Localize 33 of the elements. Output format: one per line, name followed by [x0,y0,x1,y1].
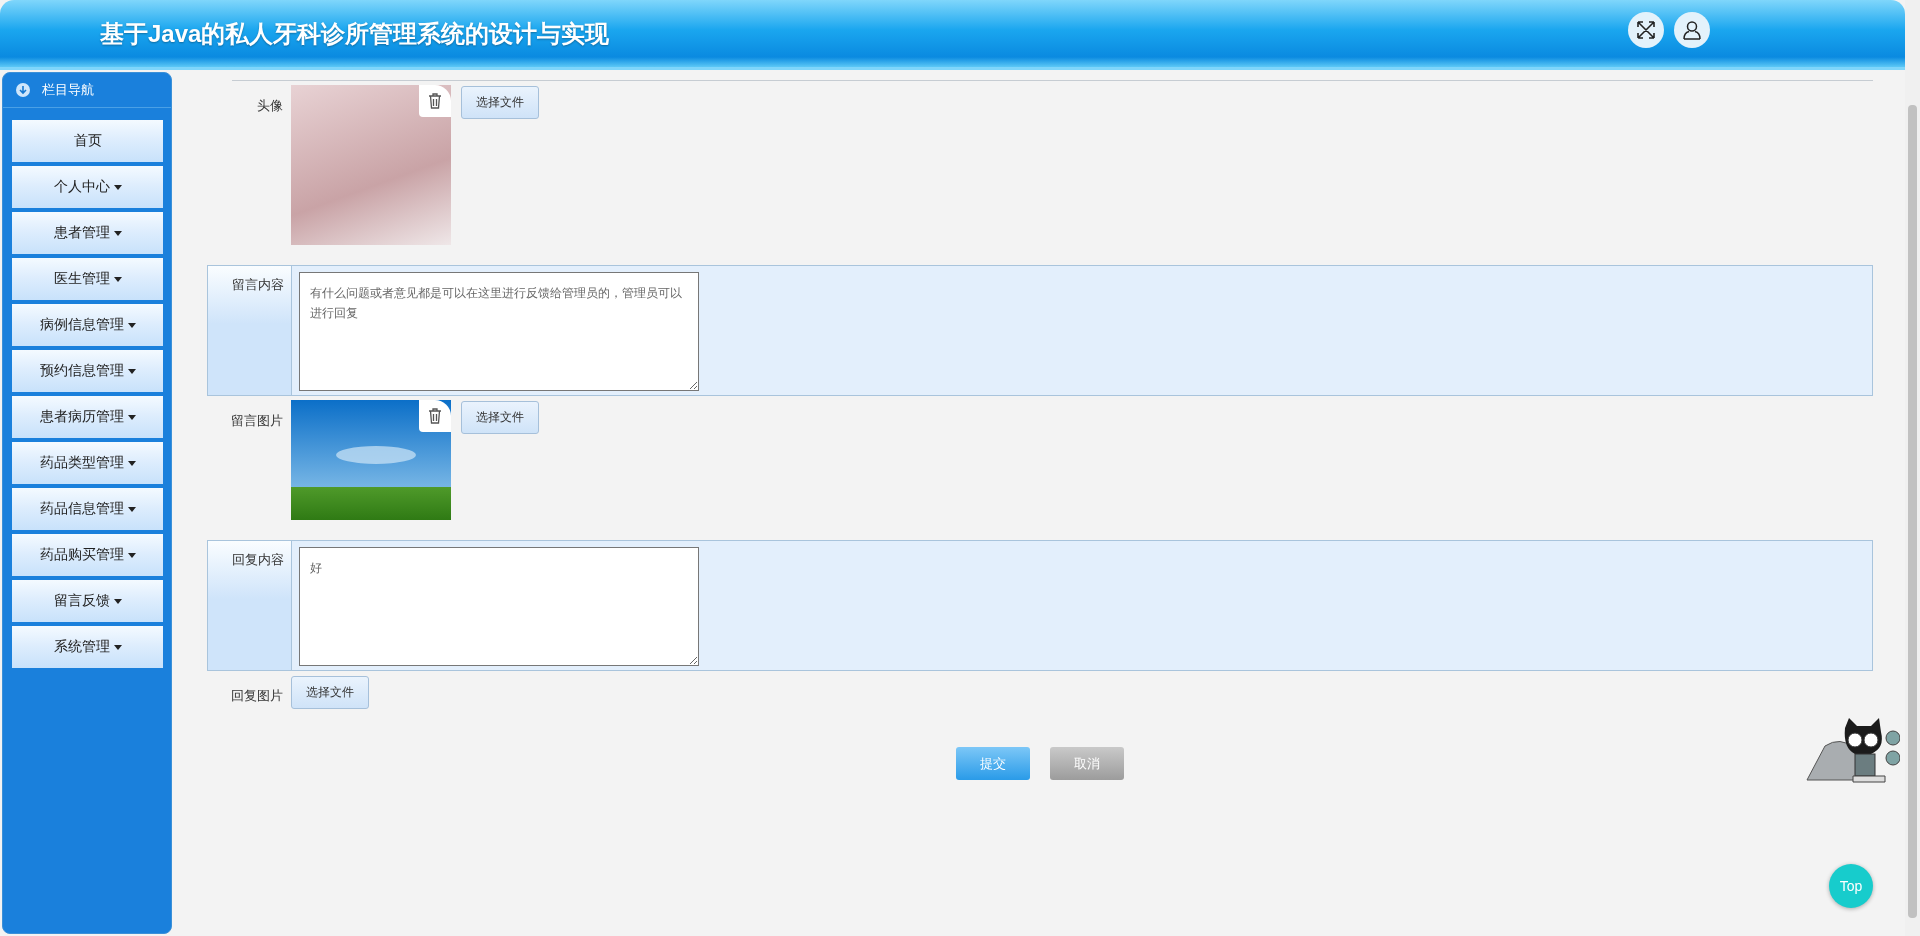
down-circle-icon [16,83,30,97]
nav-item[interactable]: 药品购买管理 [12,534,163,576]
user-icon [1681,18,1703,41]
nav-item[interactable]: 医生管理 [12,258,163,300]
trash-icon [428,93,442,109]
nav-item[interactable]: 预约信息管理 [12,350,163,392]
choose-file-button[interactable]: 选择文件 [461,401,539,434]
nav-title: 栏目导航 [42,81,94,99]
nav-item[interactable]: 首页 [12,120,163,162]
nav-item[interactable]: 患者病历管理 [12,396,163,438]
delete-button[interactable] [419,400,451,432]
field-label: 头像 [256,97,283,115]
field-label: 回复图片 [230,687,283,705]
nav-item[interactable]: 系统管理 [12,626,163,668]
choose-file-button[interactable]: 选择文件 [461,86,539,119]
nav-item[interactable]: 留言反馈 [12,580,163,622]
field-label: 留言图片 [230,412,283,430]
trash-icon [428,408,442,424]
nav-item[interactable]: 患者管理 [12,212,163,254]
nav-item[interactable]: 个人中心 [12,166,163,208]
field-label: 留言内容 [208,266,292,395]
field-label: 回复内容 [208,541,292,670]
delete-button[interactable] [419,85,451,117]
nav-item[interactable]: 病例信息管理 [12,304,163,346]
text-area[interactable]: 好 [299,547,699,666]
expand-arrows-icon [1635,18,1657,41]
system-title: 基于Java的私人牙科诊所管理系统的设计与实现 [100,18,610,49]
nav-item[interactable]: 药品类型管理 [12,442,163,484]
fullscreen-button[interactable] [1628,11,1664,48]
choose-file-button[interactable]: 选择文件 [291,676,369,709]
text-area[interactable]: 有什么问题或者意见都是可以在这里进行反馈给管理员的，管理员可以进行回复 [299,272,699,391]
nav-item[interactable]: 药品信息管理 [12,488,163,530]
user-button[interactable] [1674,11,1710,48]
